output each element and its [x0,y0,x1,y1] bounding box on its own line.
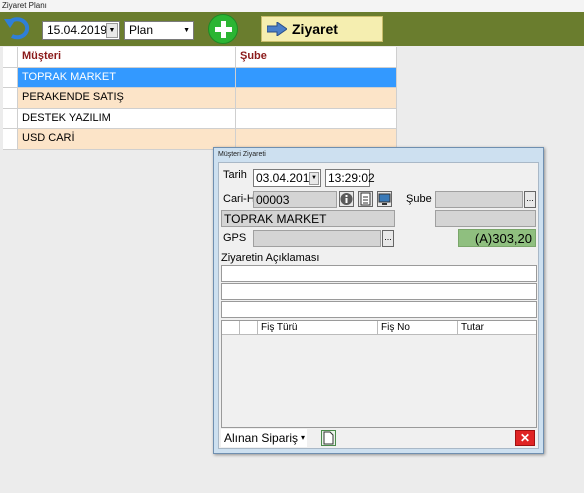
close-button[interactable]: ✕ [515,430,535,446]
account-code-field[interactable]: 00003 [253,191,337,208]
document-icon[interactable] [358,191,373,207]
description-line-3[interactable] [221,301,537,318]
balance-display: (A)303,20 [458,229,536,247]
order-type-value: Alınan Sipariş [224,431,299,445]
branch-cell[interactable] [236,108,397,128]
back-icon[interactable] [3,16,33,40]
customer-cell[interactable]: DESTEK YAZILIM [18,108,236,128]
grid-header: Müşteri Şube [3,47,397,68]
branch-name-field[interactable] [435,210,536,227]
account-name-field[interactable]: TOPRAK MARKET [221,210,395,227]
table-row[interactable]: DESTEK YAZILIM [3,108,397,129]
branch-field[interactable] [435,191,523,208]
description-line-2[interactable] [221,283,537,300]
branch-cell[interactable] [236,129,397,149]
info-icon[interactable] [339,191,354,207]
customer-visit-dialog: Müşteri Ziyareti Tarih 03.04.2019 ▼ 13:2… [213,147,544,454]
column-header-slip-type[interactable]: Fiş Türü [258,321,378,334]
account-label: Cari-Hesap [223,193,255,205]
new-document-icon[interactable] [321,430,336,446]
customer-cell[interactable]: USD CARİ [18,129,236,149]
customer-cell[interactable]: PERAKENDE SATIŞ [18,88,236,108]
chevron-down-icon[interactable]: ▼ [309,172,319,185]
monitor-icon[interactable] [377,191,392,207]
visit-plan-grid: Müşteri Şube TOPRAK MARKET PERAKENDE SAT… [3,47,397,150]
plan-type-select[interactable]: Plan ▼ [124,21,194,40]
column-header-customer[interactable]: Müşteri [18,47,236,67]
branch-cell[interactable] [236,88,397,108]
arrow-right-icon [267,22,287,36]
ellipsis-icon[interactable]: ... [382,230,394,247]
column-header-slip-no[interactable]: Fiş No [378,321,458,334]
slips-grid-header: Fiş Türü Fiş No Tutar [222,321,536,335]
table-row[interactable]: TOPRAK MARKET [3,67,397,88]
order-type-select[interactable]: Alınan Sipariş ▾ [221,429,307,447]
chevron-down-icon: ▾ [300,433,305,442]
dialog-body: Tarih 03.04.2019 ▼ 13:29:02 Cari-Hesap 0… [218,162,539,449]
slips-grid: Fiş Türü Fiş No Tutar [221,320,537,428]
table-row[interactable]: PERAKENDE SATIŞ [3,88,397,109]
plan-date-picker[interactable]: 15.04.2019 ▼ [42,21,120,40]
window-title: Ziyaret Planı [0,0,584,12]
branch-cell[interactable] [236,67,397,87]
column-header-branch[interactable]: Şube [236,47,397,67]
gps-field[interactable] [253,230,381,247]
branch-label: Şube [406,193,432,205]
visit-slips-button[interactable]: Ziyaret Fişleri [261,16,383,61]
column-header-amount[interactable]: Tutar [458,321,538,334]
description-label: Ziyaretin Açıklaması [221,252,320,264]
chevron-down-icon: ▼ [183,27,190,34]
visit-date-value: 03.04.2019 [256,171,317,185]
gps-label: GPS [223,232,247,244]
add-plus-button[interactable] [208,14,238,44]
plan-type-value: Plan [129,23,154,37]
chevron-down-icon[interactable]: ▼ [106,23,118,38]
date-label: Tarih [223,169,247,181]
description-line-1[interactable] [221,265,537,282]
dialog-title: Müşteri Ziyareti [218,151,266,158]
ellipsis-icon[interactable]: ... [524,191,536,208]
plan-date-value: 15.04.2019 [47,23,108,37]
visit-date-field[interactable]: 03.04.2019 ▼ [253,169,321,187]
customer-cell[interactable]: TOPRAK MARKET [18,67,236,87]
visit-time-field[interactable]: 13:29:02 [325,169,375,187]
